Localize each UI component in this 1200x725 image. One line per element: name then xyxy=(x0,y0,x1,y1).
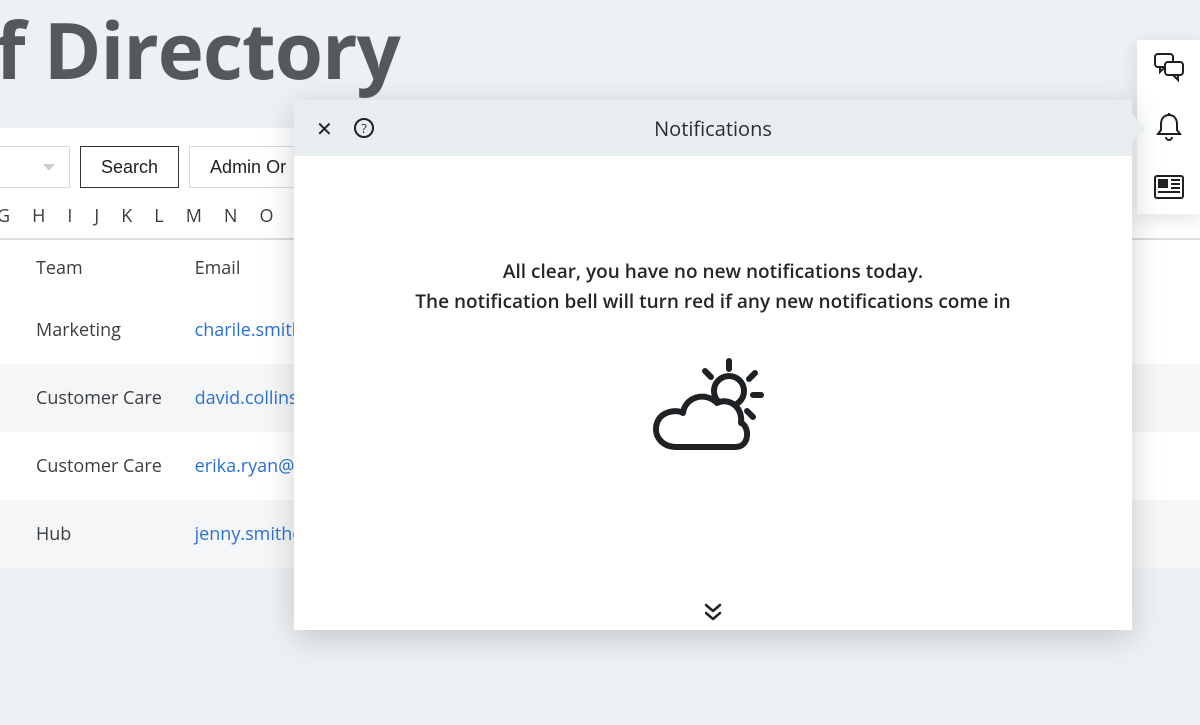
bell-icon[interactable] xyxy=(1152,110,1186,144)
notifications-message: All clear, you have no new notifications… xyxy=(415,256,1010,317)
help-icon[interactable]: ? xyxy=(354,118,374,138)
alpha-letter[interactable]: G xyxy=(0,204,10,228)
cell-team: Marketing xyxy=(0,296,185,364)
alpha-letter[interactable]: K xyxy=(121,204,132,228)
alpha-letter[interactable]: N xyxy=(224,204,238,228)
page-title: aff Directory xyxy=(0,10,1200,88)
notifications-panel: ✕ ? Notifications All clear, you have no… xyxy=(294,100,1132,630)
alpha-letter[interactable]: I xyxy=(67,204,72,228)
panel-pointer xyxy=(1132,114,1146,142)
alpha-letter[interactable]: L xyxy=(154,204,163,228)
notifications-header: ✕ ? Notifications xyxy=(294,100,1132,156)
right-rail xyxy=(1137,40,1200,214)
notifications-title: Notifications xyxy=(654,115,772,142)
search-button[interactable]: Search xyxy=(80,146,179,188)
filter-dropdown[interactable] xyxy=(0,146,70,188)
admin-button[interactable]: Admin Or xyxy=(189,146,307,188)
cell-team: Hub xyxy=(0,500,185,568)
expand-down-icon[interactable] xyxy=(702,602,724,622)
th-team[interactable]: Team xyxy=(0,240,185,296)
notifications-body: All clear, you have no new notifications… xyxy=(294,156,1132,630)
notif-line1: All clear, you have no new notifications… xyxy=(415,256,1010,286)
cell-team: Customer Care xyxy=(0,432,185,500)
notif-line2: The notification bell will turn red if a… xyxy=(415,286,1010,316)
cell-team: Customer Care xyxy=(0,364,185,432)
alpha-letter[interactable]: J xyxy=(94,204,99,228)
news-icon[interactable] xyxy=(1152,170,1186,204)
close-icon[interactable]: ✕ xyxy=(316,115,333,142)
chevron-down-icon xyxy=(43,164,55,171)
email-link[interactable]: david.collinso xyxy=(195,386,309,410)
chat-icon[interactable] xyxy=(1152,50,1186,84)
alpha-letter[interactable]: O xyxy=(259,204,273,228)
sun-cloud-icon xyxy=(643,353,783,468)
alpha-letter[interactable]: H xyxy=(32,204,45,228)
alpha-letter[interactable]: M xyxy=(186,204,202,228)
